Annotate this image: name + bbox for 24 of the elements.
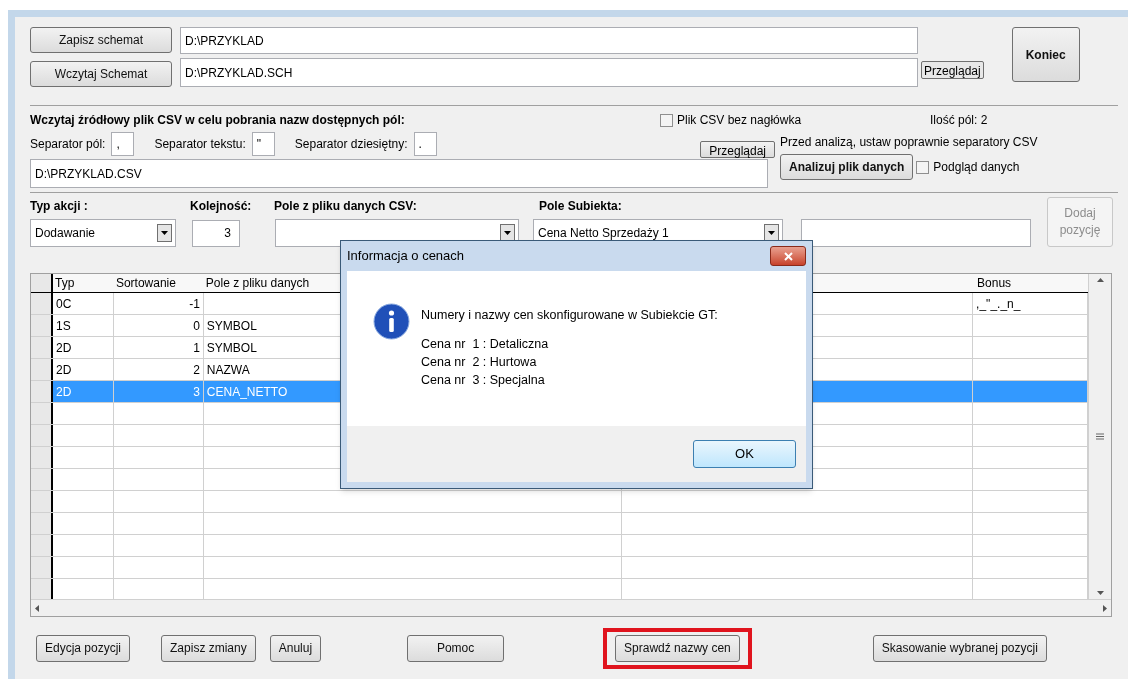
field-label: Pole Subiekta:	[539, 198, 622, 215]
section-heading: Wczytaj źródłowy plik CSV w celu pobrania nazw dostępnych pól:	[30, 112, 406, 129]
separator-label: Separator pól:	[30, 136, 106, 153]
table-cell: 1S	[53, 315, 114, 336]
table-cell: 0C	[53, 293, 114, 314]
table-cell: 0	[113, 315, 204, 336]
table-cell: 3	[113, 381, 204, 402]
separator-label: Separator tekstu:	[154, 136, 246, 153]
price-line: Cena nr 1 : Detaliczna	[421, 335, 550, 353]
table-cell: -1	[113, 293, 204, 314]
table-cell: 2D	[53, 337, 114, 358]
table-cell: 2D	[53, 381, 114, 402]
separator-label: Separator dziesiętny:	[294, 136, 408, 153]
hint-text: Przed analizą, ustaw poprawnie separatory CSV	[780, 134, 1038, 151]
field-count: Ilość pól: 2	[930, 112, 989, 129]
field-label: Kolejność:	[190, 198, 253, 215]
table-cell: 1	[113, 337, 204, 358]
table-cell: 2	[113, 359, 204, 380]
checkbox-label: Podgląd danych	[933, 159, 1020, 176]
field-label: Typ akcji :	[30, 198, 89, 215]
dialog-title: Informacja o cenach	[347, 247, 465, 266]
table-cell: 2D	[53, 359, 114, 380]
field-label: Pole z pliku danych CSV:	[274, 198, 418, 215]
checkbox-label: Plik CSV bez nagłówka	[677, 112, 802, 129]
